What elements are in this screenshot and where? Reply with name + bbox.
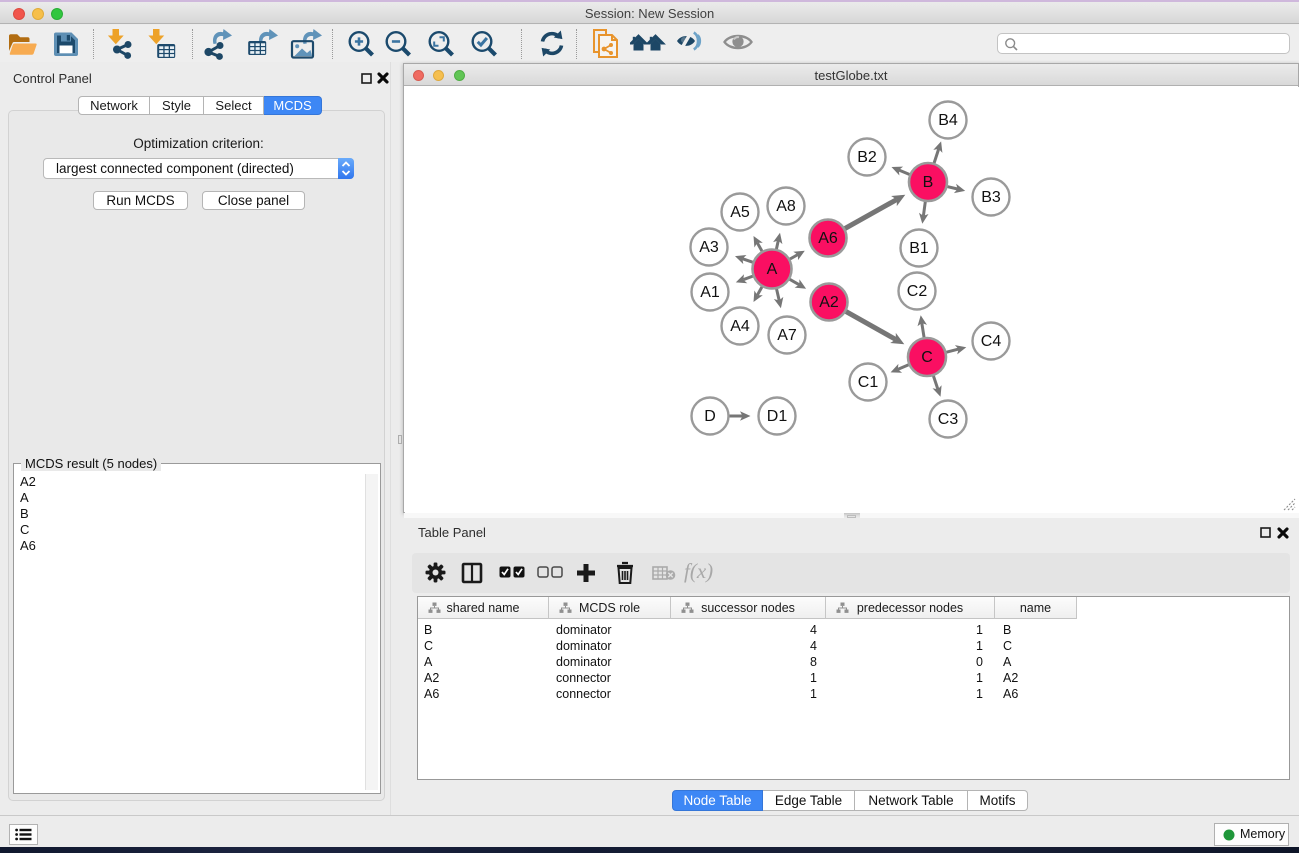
svg-text:A5: A5 <box>730 204 750 221</box>
svg-text:D: D <box>704 408 716 425</box>
svg-text:B4: B4 <box>938 112 958 129</box>
svg-text:B1: B1 <box>909 240 929 257</box>
svg-text:A8: A8 <box>776 198 796 215</box>
svg-text:A2: A2 <box>819 294 839 311</box>
svg-text:A: A <box>767 261 778 278</box>
svg-text:C3: C3 <box>938 411 959 428</box>
svg-text:B2: B2 <box>857 149 877 166</box>
svg-text:B3: B3 <box>981 189 1001 206</box>
svg-text:C1: C1 <box>858 374 879 391</box>
svg-text:D1: D1 <box>767 408 788 425</box>
svg-text:B: B <box>923 174 934 191</box>
svg-text:C: C <box>921 349 933 366</box>
svg-text:C2: C2 <box>907 283 928 300</box>
svg-text:A1: A1 <box>700 284 720 301</box>
svg-text:A6: A6 <box>818 230 838 247</box>
svg-text:A7: A7 <box>777 327 797 344</box>
svg-text:A4: A4 <box>730 318 750 335</box>
svg-text:A3: A3 <box>699 239 719 256</box>
svg-text:C4: C4 <box>981 333 1002 350</box>
